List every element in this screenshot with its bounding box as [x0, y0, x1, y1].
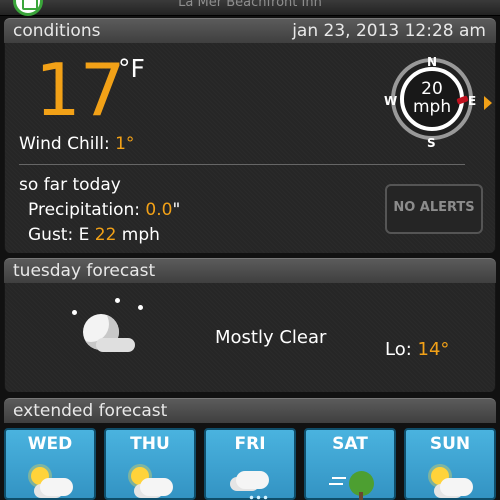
day-label: SAT — [332, 434, 368, 454]
day-label: FRI — [234, 434, 266, 454]
low-value: 14° — [417, 339, 450, 360]
tuesday-title: tuesday forecast — [13, 261, 156, 281]
compass-north: N — [427, 55, 438, 69]
star-icon — [72, 310, 77, 315]
star-icon — [138, 305, 143, 310]
sun-cloud-icon — [428, 464, 476, 500]
precipitation-value: 0.0 — [145, 200, 173, 220]
wind-chill-value: 1° — [115, 134, 135, 154]
compass-east: E — [468, 94, 477, 108]
no-alerts-button[interactable]: NO ALERTS — [385, 184, 483, 234]
conditions-header: conditions jan 23, 2013 12:28 am — [4, 18, 496, 43]
extended-title: extended forecast — [13, 401, 168, 421]
moon-cloud-icon — [83, 314, 139, 360]
so-far-today-label: so far today — [19, 175, 121, 195]
star-icon — [115, 298, 120, 303]
day-label: THU — [130, 434, 170, 454]
gust-unit: mph — [121, 225, 160, 245]
compass-west: W — [384, 94, 398, 108]
temperature-unit: °F — [118, 54, 145, 83]
precipitation-row: Precipitation: 0.0" — [28, 200, 180, 220]
precipitation-label: Precipitation: — [28, 200, 140, 220]
gust-row: Gust: E 22 mph — [28, 225, 160, 245]
top-bar: La Mer Beachfront Inn — [0, 0, 500, 16]
station-name: La Mer Beachfront Inn — [178, 0, 322, 10]
compass-south: S — [427, 136, 436, 150]
current-temperature: 17 — [35, 48, 126, 132]
tuesday-low: Lo: 14° — [385, 339, 449, 360]
precipitation-unit: " — [172, 200, 181, 220]
forecast-day-sun[interactable]: SUN — [404, 428, 496, 500]
conditions-title: conditions — [13, 21, 101, 41]
wind-speed-readout: 20 mph — [413, 80, 451, 116]
windy-tree-icon — [328, 464, 376, 500]
gust-label: Gust: E — [28, 225, 90, 245]
wind-compass: N S W E 20 mph — [384, 54, 477, 150]
sun-cloud-icon — [28, 464, 76, 500]
cloud-icon — [96, 338, 135, 352]
forecast-day-thu[interactable]: THU — [104, 428, 196, 500]
wind-chill-row: Wind Chill: 1° — [19, 134, 134, 154]
observation-date: jan 23, 2013 12:28 am — [292, 21, 486, 41]
tuesday-panel: Mostly Clear Lo: 14° — [4, 283, 496, 392]
tuesday-condition: Mostly Clear — [215, 327, 327, 348]
wind-speed: 20 — [421, 79, 443, 99]
snow-cloud-icon — [228, 464, 276, 500]
forecast-day-fri[interactable]: FRI — [204, 428, 296, 500]
conditions-panel: 17 °F Wind Chill: 1° N S W E 20 mph so f… — [4, 43, 496, 253]
day-label: SUN — [429, 434, 471, 454]
forecast-day-sat[interactable]: SAT — [304, 428, 396, 500]
compass-arrow-icon[interactable] — [484, 96, 492, 110]
forecast-day-wed[interactable]: WED — [4, 428, 96, 500]
sun-cloud-icon — [128, 464, 176, 500]
tuesday-header: tuesday forecast — [4, 258, 496, 283]
gust-value: 22 — [94, 225, 117, 245]
low-label: Lo: — [385, 339, 412, 360]
conditions-divider — [19, 164, 465, 165]
day-label: WED — [27, 434, 73, 454]
wind-speed-unit: mph — [413, 97, 452, 117]
wind-chill-label: Wind Chill: — [19, 134, 110, 154]
extended-header: extended forecast — [4, 398, 496, 423]
